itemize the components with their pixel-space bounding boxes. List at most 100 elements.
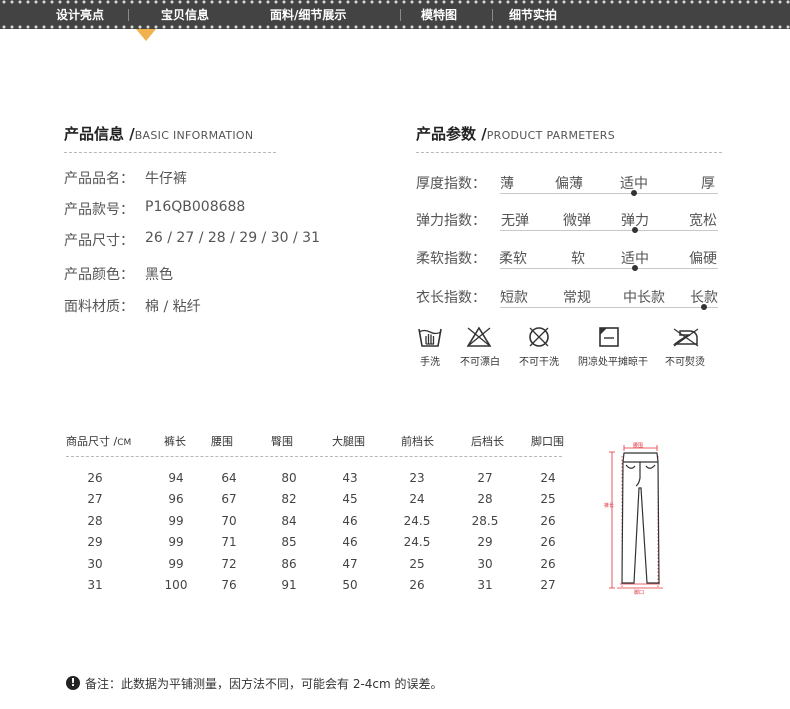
param-option: 无弹 — [501, 213, 529, 229]
size-table-cell: 96 — [168, 492, 184, 506]
product-params-title: 产品参数 /PRODUCT PARMETERS — [416, 123, 615, 144]
info-value-name: 牛仔裤 — [145, 171, 187, 187]
param-option: 厚 — [701, 176, 715, 192]
param-option: 宽松 — [689, 213, 717, 229]
param-label: 弹力指数： — [416, 213, 486, 229]
param-selected-marker — [701, 304, 707, 310]
nav-separator — [400, 9, 401, 21]
size-table-cell: 43 — [342, 471, 358, 485]
size-table-cell: 100 — [164, 578, 188, 592]
size-table-cell: 50 — [342, 578, 358, 592]
info-label-sku: 产品款号： — [64, 202, 134, 218]
nav-item-fabric-details[interactable]: 面料/细节展示 — [270, 8, 346, 22]
size-table-cell: 72 — [221, 557, 237, 571]
size-table-cell: 24 — [409, 492, 425, 506]
shade-flat-dry-icon — [598, 326, 620, 348]
param-option: 偏薄 — [555, 176, 583, 192]
size-table-cell: 99 — [168, 514, 184, 528]
size-table-cell: 26 — [540, 535, 556, 549]
care-label-no-bleach: 不可漂白 — [460, 357, 500, 368]
info-value-material: 棉 / 粘纤 — [145, 299, 201, 315]
param-scale-line — [500, 193, 718, 194]
size-table-cell: 24.5 — [403, 535, 431, 549]
size-table-header: 后档长 — [471, 435, 504, 448]
nav-item-design-highlights[interactable]: 设计亮点 — [56, 8, 104, 22]
info-label-name: 产品品名： — [64, 171, 134, 187]
info-value-size: 26 / 27 / 28 / 29 / 30 / 31 — [145, 230, 320, 246]
size-table-cell: 47 — [342, 557, 358, 571]
care-label-hand-wash: 手洗 — [420, 357, 440, 368]
size-table-cell: 26 — [87, 471, 103, 485]
size-table-header: 前档长 — [401, 435, 434, 448]
hand-wash-icon — [418, 326, 442, 348]
param-selected-marker — [631, 190, 637, 196]
product-params-title-en: PRODUCT PARMETERS — [486, 129, 615, 142]
size-table-cell: 46 — [342, 514, 358, 528]
size-table-header-size: 商品尺寸 /CM — [66, 433, 131, 449]
diagram-waist-label: 腰围 — [633, 443, 644, 449]
size-table-cell: 45 — [342, 492, 358, 506]
size-table-cell: 25 — [409, 557, 425, 571]
size-table-cell: 86 — [281, 557, 297, 571]
param-scale-line — [500, 230, 718, 231]
nav-separator — [128, 9, 129, 21]
size-header-text: 商品尺寸 / — [66, 435, 118, 448]
param-option: 中长款 — [623, 290, 665, 306]
param-scale-line — [500, 268, 718, 269]
size-table-cell: 76 — [221, 578, 237, 592]
param-selected-marker — [632, 227, 638, 233]
pants-measurement-diagram: 腰围 裤长 脚口 — [600, 438, 678, 598]
size-table-cell: 28.5 — [471, 514, 499, 528]
nav-chain-decoration-top — [0, 0, 790, 4]
product-info-divider — [64, 152, 276, 153]
param-selected-marker — [632, 265, 638, 271]
param-option: 柔软 — [499, 251, 527, 267]
active-nav-indicator — [136, 29, 156, 41]
size-table-cell: 26 — [540, 514, 556, 528]
product-info-title-cn: 产品信息 / — [64, 125, 135, 143]
size-table-cell: 84 — [281, 514, 297, 528]
care-label-no-dry-clean: 不可干洗 — [519, 357, 559, 368]
size-table-cell: 25 — [540, 492, 556, 506]
nav-item-product-info[interactable]: 宝贝信息 — [161, 8, 209, 22]
param-label: 柔软指数： — [416, 251, 486, 267]
nav-item-model-photos[interactable]: 模特图 — [421, 8, 457, 22]
size-table-cell: 24.5 — [403, 514, 431, 528]
care-label-no-iron: 不可熨烫 — [665, 357, 705, 368]
size-table-cell: 29 — [87, 535, 103, 549]
top-nav: 设计亮点 宝贝信息 面料/细节展示 模特图 细节实拍 — [0, 0, 790, 29]
size-table-cell: 30 — [477, 557, 493, 571]
nav-item-detail-photos[interactable]: 细节实拍 — [509, 8, 557, 22]
size-table-header: 裤长 — [164, 435, 186, 448]
size-table-cell: 27 — [540, 578, 556, 592]
size-table-cell: 23 — [409, 471, 425, 485]
size-table-cell: 29 — [477, 535, 493, 549]
param-option: 软 — [571, 251, 585, 267]
size-table-cell: 31 — [87, 578, 103, 592]
size-table-cell: 94 — [168, 471, 184, 485]
product-info-title-en: BASIC INFORMATION — [134, 129, 254, 142]
diagram-length-label: 裤长 — [604, 503, 615, 509]
no-dry-clean-icon — [527, 325, 551, 349]
size-table-header: 腰围 — [211, 435, 233, 448]
info-value-color: 黑色 — [145, 267, 173, 283]
size-table-cell: 27 — [87, 492, 103, 506]
no-bleach-icon — [466, 326, 492, 348]
param-label: 厚度指数： — [416, 176, 486, 192]
size-table-cell: 30 — [87, 557, 103, 571]
nav-separator — [492, 9, 493, 21]
size-table-cell: 85 — [281, 535, 297, 549]
size-table-header: 臀围 — [271, 435, 293, 448]
exclamation-icon: ! — [66, 676, 80, 690]
no-iron-icon — [672, 327, 700, 347]
diagram-hem-label: 脚口 — [634, 590, 645, 596]
size-table-cell: 28 — [87, 514, 103, 528]
size-table-cell: 24 — [540, 471, 556, 485]
product-params-divider — [416, 152, 722, 153]
size-table-cell: 64 — [221, 471, 237, 485]
size-table-cell: 70 — [221, 514, 237, 528]
size-table-cell: 71 — [221, 535, 237, 549]
size-header-unit: CM — [117, 438, 132, 448]
size-table-cell: 99 — [168, 535, 184, 549]
info-label-size: 产品尺寸： — [64, 233, 134, 249]
